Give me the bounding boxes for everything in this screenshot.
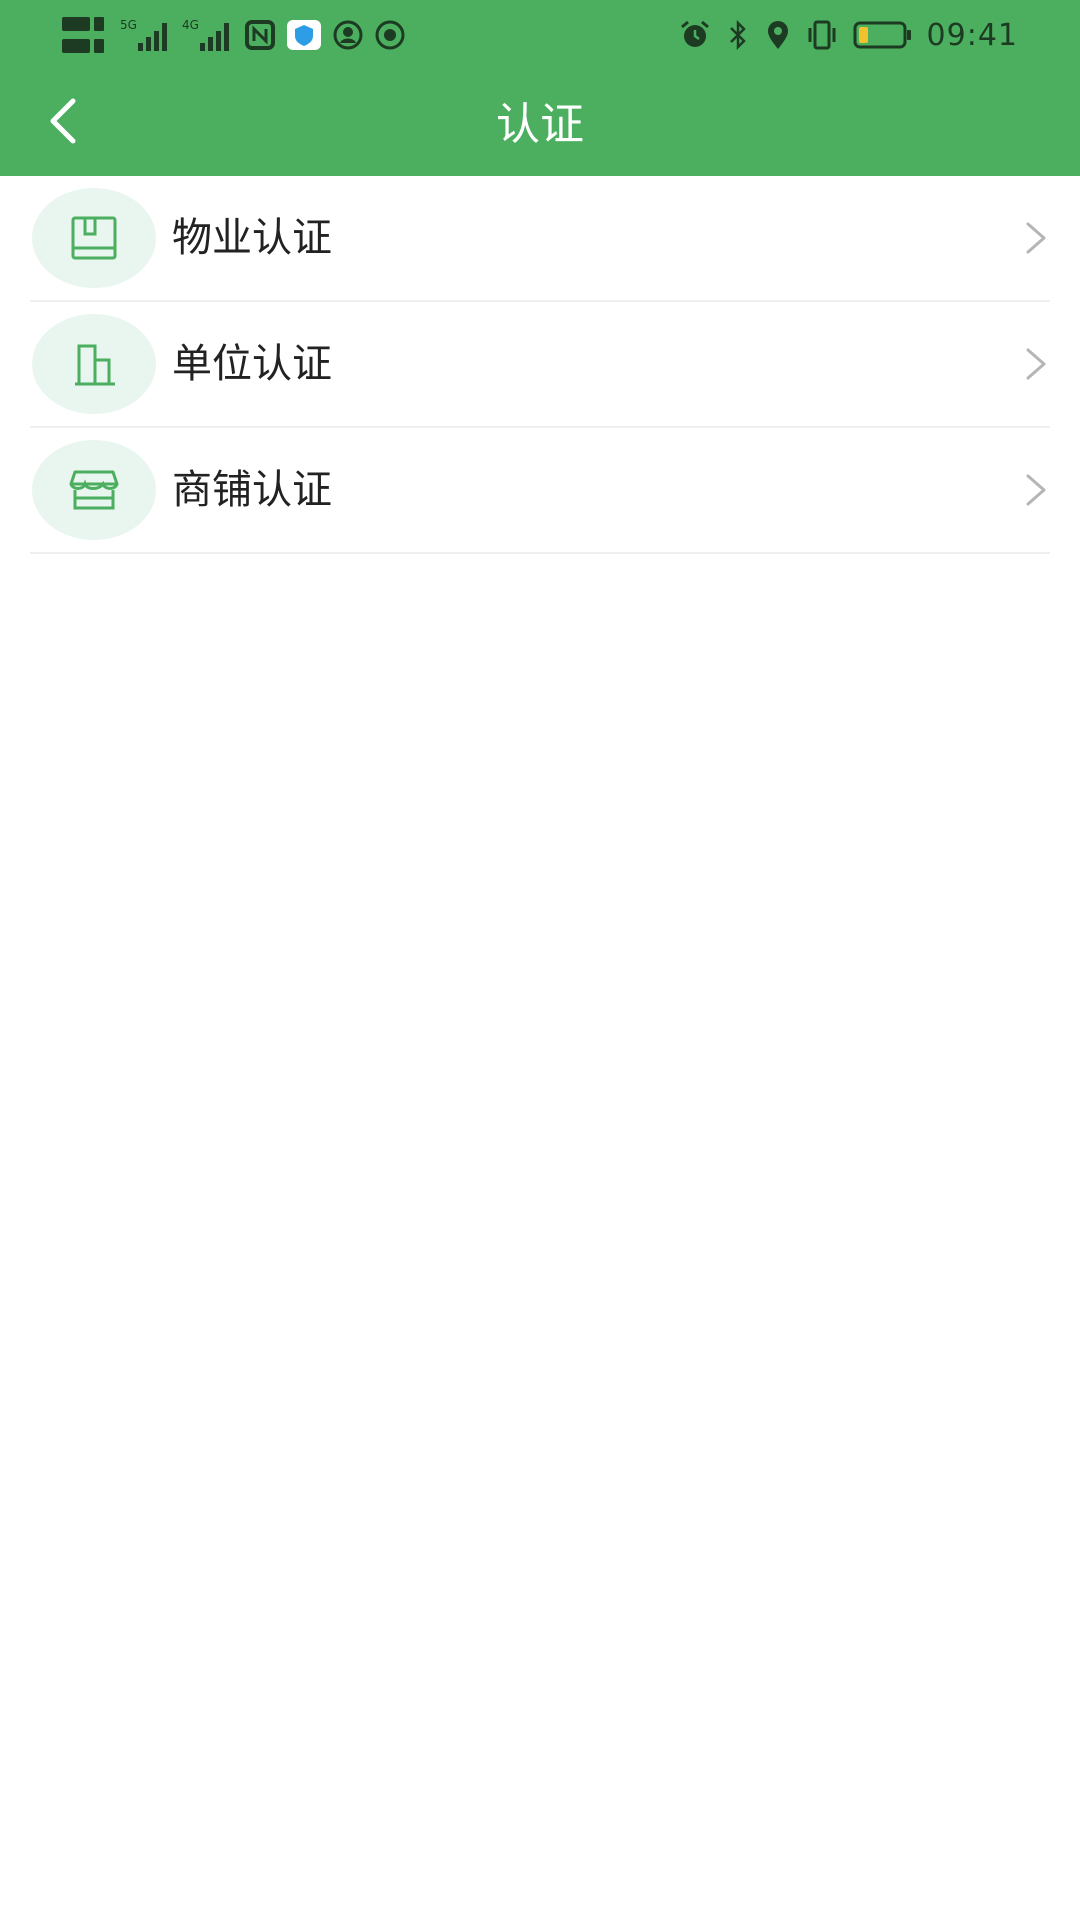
status-time: 09:41 bbox=[926, 17, 1018, 53]
svg-text:4G: 4G bbox=[182, 18, 199, 32]
page-title: 认证 bbox=[496, 99, 584, 150]
list-item-property-certification[interactable]: 物业认证 bbox=[30, 176, 1050, 302]
property-card-icon bbox=[71, 216, 117, 260]
building-icon bbox=[75, 344, 115, 386]
nfc-icon bbox=[245, 20, 275, 50]
hd-sim-icon bbox=[62, 17, 104, 53]
signal-5g-icon: 5G bbox=[120, 18, 167, 51]
status-bar-left: 5G 4G bbox=[60, 12, 406, 58]
storefront-icon bbox=[69, 470, 119, 510]
certification-list: 物业认证 单位认证 商铺认证 bbox=[0, 176, 1080, 554]
chevron-right-icon bbox=[1026, 348, 1046, 380]
chevron-right-icon bbox=[1026, 474, 1046, 506]
chevron-right-icon bbox=[1026, 222, 1046, 254]
battery-icon bbox=[853, 21, 911, 49]
list-item-unit-certification[interactable]: 单位认证 bbox=[30, 302, 1050, 428]
signal-4g-icon: 4G bbox=[182, 18, 229, 51]
list-item-icon-container bbox=[32, 314, 156, 414]
app-bar: 5G 4G 09:41 认证 bbox=[0, 0, 1080, 176]
list-item-label: 物业认证 bbox=[172, 215, 332, 261]
avatar-app-icon bbox=[333, 20, 363, 50]
list-item-label: 商铺认证 bbox=[172, 467, 332, 513]
record-app-icon bbox=[375, 20, 405, 50]
list-item-icon-container bbox=[32, 440, 156, 540]
list-item-icon-container bbox=[32, 188, 156, 288]
bluetooth-icon bbox=[729, 19, 746, 51]
status-bar-right: 09:41 bbox=[679, 12, 1018, 58]
shield-app-icon bbox=[287, 20, 321, 50]
list-item-shop-certification[interactable]: 商铺认证 bbox=[30, 428, 1050, 554]
status-bar: 5G 4G 09:41 bbox=[0, 0, 1080, 66]
list-item-label: 单位认证 bbox=[172, 341, 332, 387]
location-icon bbox=[767, 21, 788, 49]
alarm-icon bbox=[680, 20, 709, 47]
vibrate-icon bbox=[808, 20, 836, 50]
svg-text:5G: 5G bbox=[120, 18, 137, 32]
screen: 5G 4G 09:41 认证 物业认证 单位认证 商铺认证 bbox=[0, 0, 1080, 1920]
